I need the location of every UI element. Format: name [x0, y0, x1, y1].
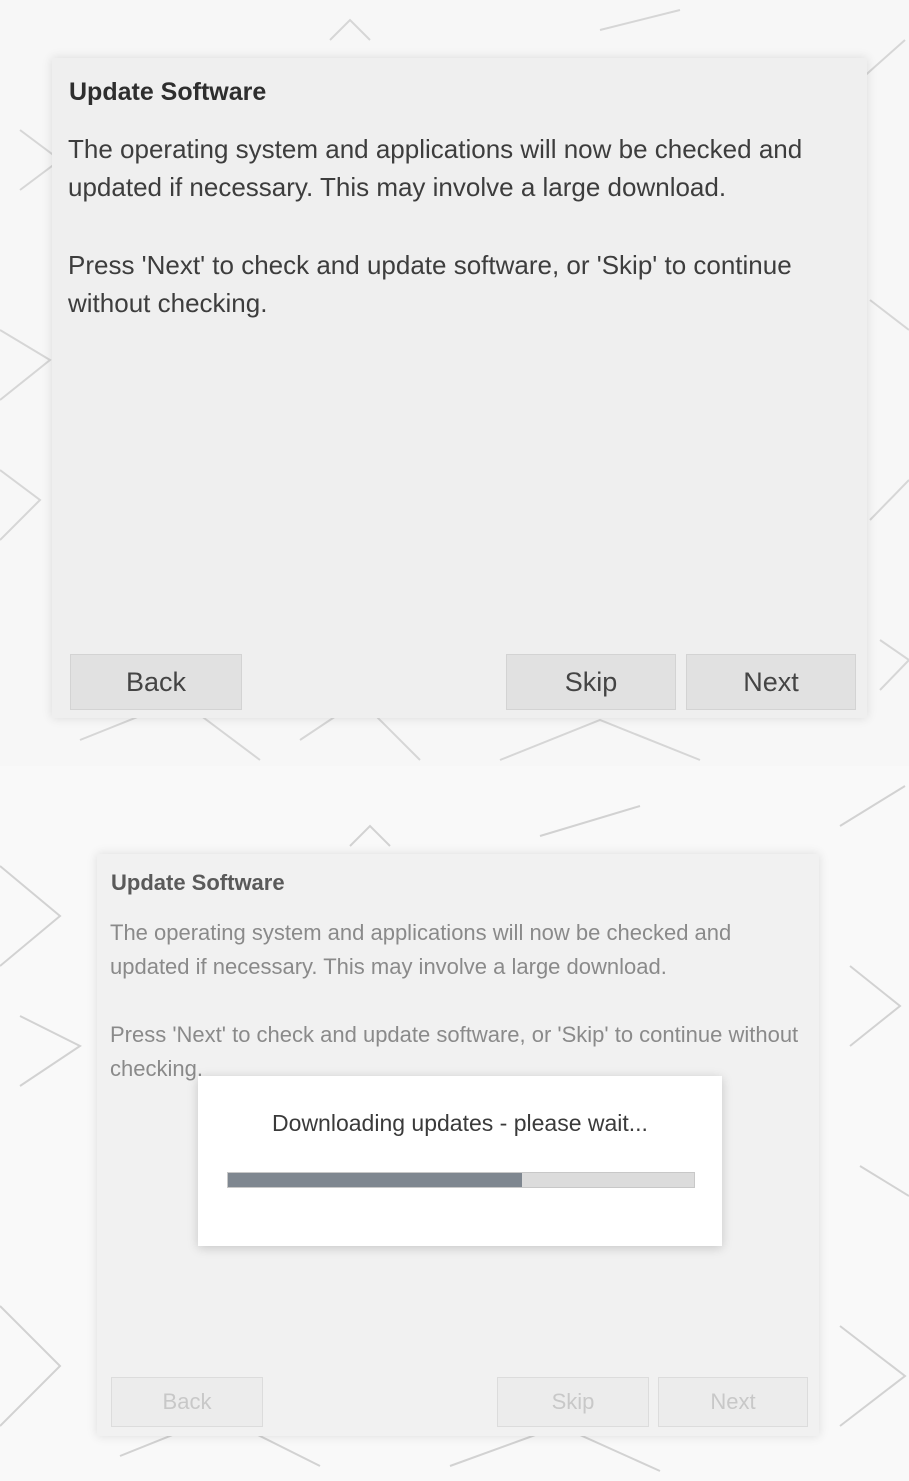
next-button[interactable]: Next — [686, 654, 856, 710]
dialog-description: The operating system and applications wi… — [110, 920, 732, 979]
next-button: Next — [658, 1377, 808, 1427]
download-progress-popup: Downloading updates - please wait... — [198, 1076, 722, 1246]
screen-downloading-updates: Update Software The operating system and… — [0, 766, 909, 1481]
back-button: Back — [111, 1377, 263, 1427]
dialog-title: Update Software — [69, 78, 267, 106]
back-button[interactable]: Back — [70, 654, 242, 710]
progress-message: Downloading updates - please wait... — [272, 1110, 648, 1136]
update-software-dialog: Update Software The operating system and… — [52, 58, 867, 718]
dialog-description: The operating system and applications wi… — [68, 134, 803, 202]
dialog-instructions: Press 'Next' to check and update softwar… — [68, 250, 792, 318]
screen-update-software: Update Software The operating system and… — [0, 0, 909, 766]
dialog-title: Update Software — [111, 870, 285, 895]
skip-button: Skip — [497, 1377, 649, 1427]
progress-bar-fill — [228, 1173, 522, 1187]
progress-bar — [227, 1172, 695, 1188]
skip-button[interactable]: Skip — [506, 654, 676, 710]
